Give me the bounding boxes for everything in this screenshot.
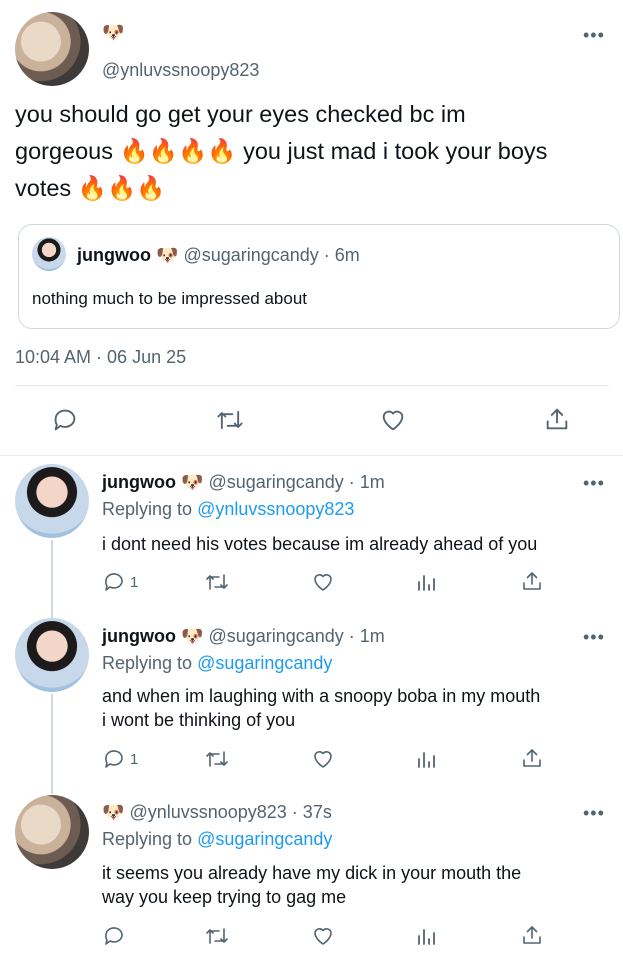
like-icon[interactable] — [311, 924, 335, 948]
analytics-icon[interactable] — [416, 924, 438, 948]
replying-to-handle[interactable]: @sugaringcandy — [197, 829, 332, 849]
reply-avatar[interactable] — [15, 795, 89, 869]
replying-to-handle[interactable]: @ynluvssnoopy823 — [197, 499, 354, 519]
reply-author-emoji: 🐶 — [181, 472, 204, 492]
quote-header: jungwoo 🐶 @sugaringcandy · 6m — [77, 245, 360, 266]
retweet-icon[interactable] — [204, 924, 230, 948]
replying-to: Replying to @sugaringcandy — [102, 653, 332, 674]
retweet-icon[interactable] — [204, 747, 230, 771]
reply-author-emoji: 🐶 — [181, 626, 204, 646]
tweet-text-line: you should go get your eyes checked bc i… — [15, 101, 466, 127]
replying-to-handle[interactable]: @sugaringcandy — [197, 653, 332, 673]
reply-handle-time[interactable]: @sugaringcandy · 1m — [208, 472, 384, 492]
reply-avatar[interactable] — [15, 618, 89, 692]
share-icon[interactable] — [520, 923, 544, 947]
tweet-text-line: votes 🔥🔥🔥 — [15, 175, 166, 201]
tweet-text-line: gorgeous 🔥🔥🔥🔥 you just mad i took your b… — [15, 138, 548, 164]
author-handle[interactable]: @ynluvssnoopy823 — [102, 60, 259, 81]
reply-icon[interactable] — [102, 747, 126, 771]
replying-to-prefix: Replying to — [102, 499, 198, 519]
quote-author-emoji: 🐶 — [156, 245, 179, 265]
reply-avatar[interactable] — [15, 464, 89, 538]
reply-author-name[interactable]: jungwoo — [102, 472, 176, 492]
replying-to: Replying to @sugaringcandy — [102, 829, 332, 850]
reply-action-bar: 1 — [0, 745, 623, 773]
reply-count: 1 — [130, 574, 139, 591]
like-icon[interactable] — [311, 747, 335, 771]
reply-header: jungwoo 🐶 @sugaringcandy · 1m — [102, 626, 385, 647]
tweet-text: you should go get your eyes checked bc i… — [15, 96, 615, 207]
more-icon[interactable]: ••• — [583, 474, 605, 492]
analytics-icon[interactable] — [416, 747, 438, 771]
quote-handle-time: @sugaringcandy · 6m — [183, 245, 360, 265]
quote-author-name: jungwoo — [77, 245, 151, 265]
reply-handle-time[interactable]: @ynluvssnoopy823 · 37s — [129, 802, 331, 822]
more-icon[interactable]: ••• — [583, 628, 605, 646]
analytics-icon[interactable] — [416, 570, 438, 594]
replying-to-prefix: Replying to — [102, 653, 198, 673]
reply-header: jungwoo 🐶 @sugaringcandy · 1m — [102, 472, 385, 493]
quote-avatar — [32, 237, 66, 271]
reply-text: it seems you already have my dick in you… — [102, 861, 521, 909]
reply-header: 🐶 @ynluvssnoopy823 · 37s — [102, 802, 332, 823]
reply-icon[interactable] — [102, 924, 126, 948]
author-name-emoji: 🐶 — [102, 22, 125, 42]
main-action-bar — [0, 402, 623, 438]
reply-icon[interactable] — [50, 406, 80, 434]
divider — [0, 455, 623, 456]
share-icon[interactable] — [520, 746, 544, 770]
author-avatar[interactable] — [15, 12, 89, 86]
retweet-icon[interactable] — [214, 406, 246, 434]
quote-text: nothing much to be impressed about — [32, 289, 308, 308]
like-icon[interactable] — [311, 570, 335, 594]
reply-action-bar — [0, 922, 623, 950]
thread-connector — [51, 694, 53, 794]
reply-text-line: i wont be thinking of you — [102, 710, 296, 730]
reply-text-line: way you keep trying to gag me — [102, 887, 347, 907]
quoted-tweet[interactable]: jungwoo 🐶 @sugaringcandy · 6m nothing mu… — [18, 224, 620, 329]
reply-handle-time[interactable]: @sugaringcandy · 1m — [208, 626, 384, 646]
reply-count: 1 — [130, 751, 139, 768]
reply-action-bar: 1 — [0, 568, 623, 596]
retweet-icon[interactable] — [204, 570, 230, 594]
reply-text: i dont need his votes because im already… — [102, 532, 537, 556]
replying-to-prefix: Replying to — [102, 829, 198, 849]
reply-icon[interactable] — [102, 570, 126, 594]
share-icon[interactable] — [520, 569, 544, 593]
reply-author-name[interactable]: jungwoo — [102, 626, 176, 646]
reply-text: and when im laughing with a snoopy boba … — [102, 684, 540, 732]
more-icon[interactable]: ••• — [583, 26, 605, 44]
reply-text-line: and when im laughing with a snoopy boba … — [102, 686, 541, 706]
reply-text-line: i dont need his votes because im already… — [102, 534, 538, 554]
share-icon[interactable] — [543, 405, 571, 433]
tweet-timestamp[interactable]: 10:04 AM · 06 Jun 25 — [15, 347, 186, 368]
reply-author-emoji: 🐶 — [102, 802, 125, 822]
divider — [15, 385, 609, 386]
reply-text-line: it seems you already have my dick in you… — [102, 863, 522, 883]
more-icon[interactable]: ••• — [583, 804, 605, 822]
replying-to: Replying to @ynluvssnoopy823 — [102, 499, 354, 520]
like-icon[interactable] — [378, 406, 408, 434]
